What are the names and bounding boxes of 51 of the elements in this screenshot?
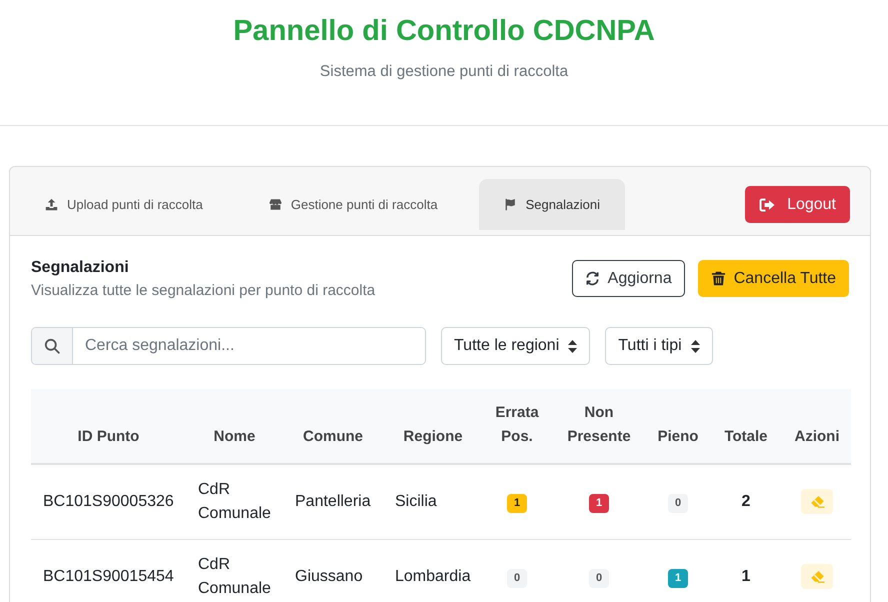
section-title: Segnalazioni	[31, 258, 130, 278]
column-header: Comune	[283, 389, 383, 464]
sort-caret-icon	[690, 340, 700, 352]
table-cell: Sicilia	[383, 464, 483, 540]
page-title: Pannello di Controllo CDCNPA	[233, 14, 655, 48]
upload-icon	[45, 198, 58, 211]
column-header: Nome	[186, 389, 283, 464]
count-badge: 0	[588, 569, 610, 588]
column-header: Totale	[709, 389, 783, 464]
count-badge: 0	[668, 494, 688, 513]
trash-icon	[710, 271, 726, 286]
count-badge: 1	[506, 494, 528, 513]
count-badge: 1	[588, 494, 610, 513]
filter-select[interactable]: Tutte le regioni	[441, 327, 590, 365]
clear-button[interactable]	[801, 564, 833, 588]
sign-out-icon	[759, 198, 776, 212]
column-header: Non Presente	[551, 389, 647, 464]
search-field[interactable]: Cerca segnalazioni...	[31, 327, 426, 365]
column-header: Azioni	[783, 389, 851, 464]
eraser-icon	[810, 494, 824, 508]
table-cell: Lombardia	[383, 540, 483, 602]
refresh-button[interactable]: Aggiorna	[572, 260, 685, 297]
sort-caret-icon	[568, 340, 578, 352]
tab[interactable]: Gestione punti di raccolta	[244, 179, 463, 230]
table-cell: BC101S90005326	[31, 464, 186, 540]
filter-select[interactable]: Tutti i tipi	[605, 327, 713, 365]
eraser-icon	[810, 570, 824, 582]
flag-icon	[504, 198, 517, 211]
count-badge: 1	[668, 569, 688, 588]
table-cell: CdR Comunale	[186, 540, 283, 602]
section-description: Visualizza tutte le segnalazioni per punto di raccolta	[31, 281, 376, 301]
total-count: 2	[742, 493, 750, 510]
total-count: 1	[742, 568, 750, 585]
store-icon	[268, 198, 282, 211]
search-icon	[44, 338, 60, 354]
tab[interactable]: Segnalazioni	[478, 179, 626, 230]
delete-all-button[interactable]: Cancella Tutte	[698, 260, 849, 297]
clear-button[interactable]	[801, 488, 833, 514]
table-cell: Pantelleria	[283, 464, 383, 540]
column-header: Regione	[383, 389, 483, 464]
tab[interactable]: Upload punti di raccolta	[20, 179, 228, 230]
refresh-icon	[584, 271, 600, 286]
column-header: ID Punto	[31, 389, 186, 464]
table-cell: Giussano	[283, 540, 383, 602]
logout-button[interactable]: Logout	[745, 186, 850, 223]
page-subtitle: Sistema di gestione punti di raccolta	[320, 62, 568, 82]
table-cell: BC101S90015454	[31, 540, 186, 602]
count-badge: 0	[506, 569, 528, 588]
column-header: Errata Pos.	[483, 389, 551, 464]
table-cell: CdR Comunale	[186, 464, 283, 540]
column-header: Pieno	[647, 389, 709, 464]
